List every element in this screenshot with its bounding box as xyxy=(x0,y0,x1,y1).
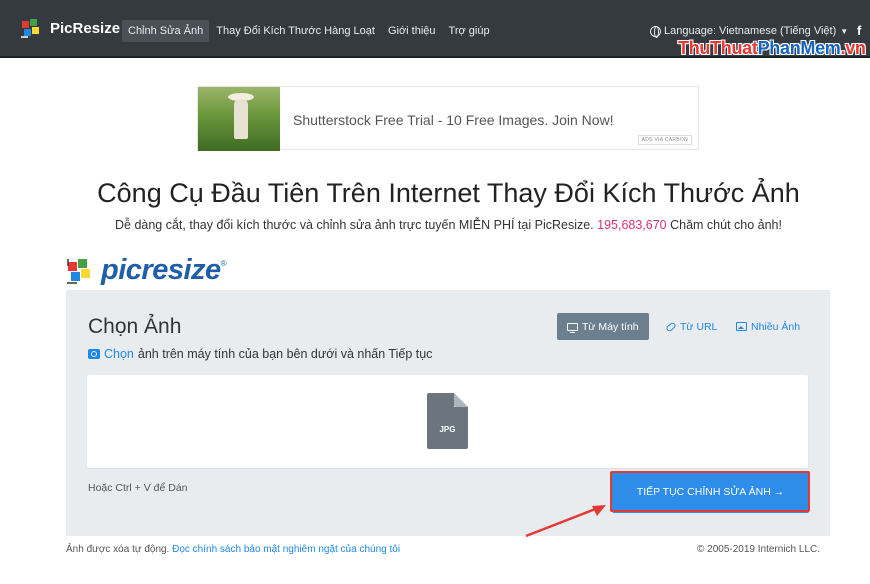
from-computer-label: Từ Máy tính xyxy=(582,320,639,333)
panel-hint-text: ảnh trên máy tính của bạn bên dưới và nh… xyxy=(137,347,433,361)
paste-hint: Hoặc Ctrl + V để Dán xyxy=(88,482,188,494)
brand-link[interactable]: PicResize xyxy=(20,17,120,39)
images-icon xyxy=(736,322,747,331)
file-dropzone[interactable]: JPG xyxy=(87,375,808,468)
from-url-button[interactable]: Từ URL xyxy=(656,313,727,340)
watermark: ThuThuatPhanMem.vn xyxy=(678,38,866,59)
multiple-images-label: Nhiều Ảnh xyxy=(751,320,801,333)
brand-name: PicResize xyxy=(50,19,121,37)
watermark-part3: .vn xyxy=(840,38,866,58)
registered-mark: ® xyxy=(220,259,227,268)
wordmark-resize: resize xyxy=(141,254,221,286)
nav-edit-photo[interactable]: Chỉnh Sửa Ảnh xyxy=(122,20,210,42)
link-icon xyxy=(665,320,677,333)
footer-text: Ảnh được xóa tự động. xyxy=(66,544,173,555)
watermark-part2: PhanMem xyxy=(757,38,841,58)
language-dropdown[interactable]: Language: Vietnamese (Tiếng Việt) ▼ xyxy=(650,25,849,38)
copyright: © 2005-2019 Internich LLC. xyxy=(697,544,821,555)
continue-editing-button[interactable]: TIẾP TỤC CHỈNH SỬA ẢNH → xyxy=(612,471,809,513)
multiple-images-button[interactable]: Nhiều Ảnh xyxy=(726,313,810,340)
page-title: Công Cụ Đầu Tiên Trên Internet Thay Đổi … xyxy=(97,178,800,208)
nav-menu: Chỉnh Sửa Ảnh Thay Đổi Kích Thước Hàng L… xyxy=(122,20,497,42)
picresize-logo-mark-icon xyxy=(67,258,90,284)
photo-count: 195,683,670 xyxy=(597,218,667,232)
ad-image xyxy=(198,87,280,151)
from-computer-button[interactable]: Từ Máy tính xyxy=(557,313,649,340)
from-url-label: Từ URL xyxy=(680,320,718,333)
nav-help[interactable]: Trợ giúp xyxy=(443,20,496,42)
file-type-label: JPG xyxy=(439,425,456,434)
picresize-wordmark: picresize ® xyxy=(65,254,227,287)
choose-link[interactable]: Chọn xyxy=(104,347,134,361)
picresize-logo-icon xyxy=(21,19,39,38)
panel-hint: Chọn ảnh trên máy tính của bạn bên dưới … xyxy=(88,347,432,361)
ad-text[interactable]: Shutterstock Free Trial - 10 Free Images… xyxy=(293,112,614,128)
ad-banner[interactable]: Shutterstock Free Trial - 10 Free Images… xyxy=(197,86,699,151)
privacy-policy-link[interactable]: Đọc chính sách bảo mật nghiêm ngặt của c… xyxy=(172,544,400,555)
jpg-file-icon: JPG xyxy=(427,393,468,449)
watermark-part1: ThuThuat xyxy=(678,38,758,58)
caret-down-icon: ▼ xyxy=(840,26,849,36)
upload-panel: Chọn Ảnh Chọn ảnh trên máy tính của bạn … xyxy=(66,290,830,536)
nav-batch-resize[interactable]: Thay Đổi Kích Thước Hàng Loạt xyxy=(210,20,381,42)
camera-icon xyxy=(88,349,100,359)
annotation-arrow-icon xyxy=(525,505,606,538)
monitor-icon xyxy=(567,322,578,333)
footer-note: Ảnh được xóa tự động. Đọc chính sách bảo… xyxy=(66,544,400,555)
globe-icon xyxy=(650,25,661,38)
subtitle-tail: Chăm chút cho ảnh! xyxy=(666,218,782,232)
language-label: Language: Vietnamese (Tiếng Việt) xyxy=(664,25,837,37)
nav-about[interactable]: Giới thiệu xyxy=(382,20,442,42)
ad-via-label[interactable]: ADS VIA CARBON xyxy=(637,135,692,145)
panel-title: Chọn Ảnh xyxy=(88,315,182,338)
wordmark-pic: pic xyxy=(101,254,142,286)
subtitle-text: Dễ dàng cắt, thay đổi kích thước và chỉn… xyxy=(115,218,598,232)
page-subtitle: Dễ dàng cắt, thay đổi kích thước và chỉn… xyxy=(0,218,870,232)
facebook-icon[interactable]: f xyxy=(857,23,861,38)
